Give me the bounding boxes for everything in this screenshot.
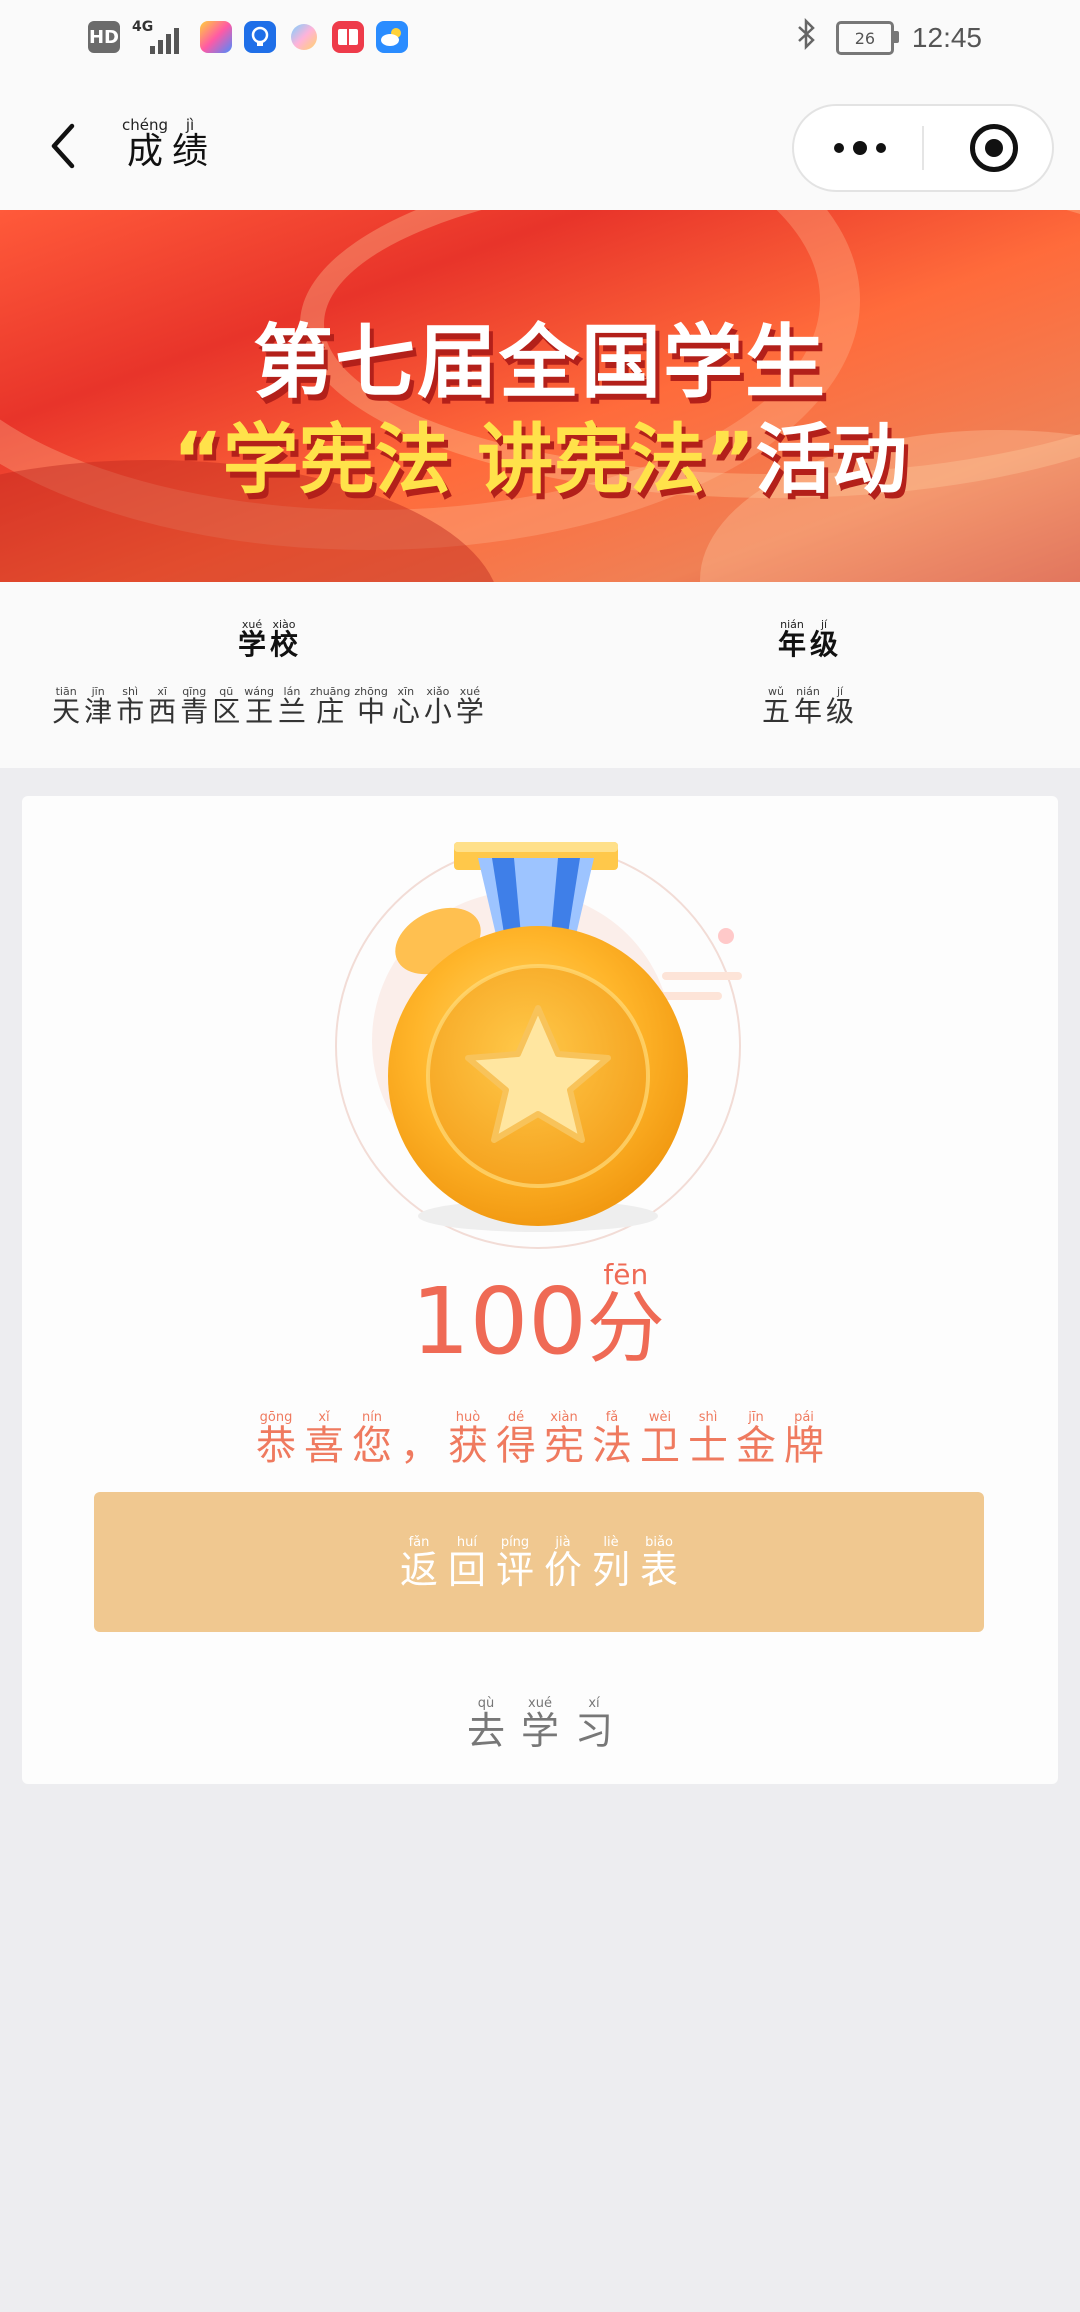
mini-program-capsule	[792, 104, 1054, 192]
school-value: tiān 天 jīn 津 shì 市 xī 西 qīng 青 qū 区 wáng 王 lán 兰 zhuāng 庄…	[52, 685, 488, 726]
app-icon-ball	[288, 21, 320, 53]
return-button-char: biǎo 表	[640, 1535, 679, 1592]
banner-quote-close: ”	[705, 415, 756, 504]
return-button-char: huí 回	[447, 1535, 486, 1592]
congrats-char: nín 您	[352, 1410, 392, 1469]
congrats-message: gōng 恭 xǐ 喜 nín 您 ， huò 获 dé 得 xiàn 宪 fǎ 法 wèi 卫 shì 士 jīn…	[22, 1410, 1058, 1466]
banner-title-line2: “学宪法 讲宪法”活动	[0, 398, 1080, 508]
school-value-char: xué 学	[455, 685, 484, 728]
app-icon-weather	[376, 21, 408, 53]
grade-value-char: wǔ 五	[761, 685, 790, 728]
chevron-left-icon	[51, 123, 75, 169]
result-card: 100 fēn 分 gōng 恭 xǐ 喜 nín 您 ， huò 获 dé 得 xiàn 宪 fǎ 法 w…	[22, 796, 1058, 1784]
school-label-char: xiào 校	[270, 618, 299, 661]
capsule-divider	[922, 126, 924, 170]
status-left: HD 4G	[88, 20, 408, 54]
school-label-char: xué 学	[237, 618, 266, 661]
study-link-char: xí 习	[575, 1696, 614, 1753]
school-label: xué 学 xiào 校	[238, 618, 302, 659]
grade-value: wǔ 五 nián 年 jí 级	[762, 685, 858, 726]
hd-badge: HD	[88, 21, 120, 53]
student-info: xué 学 xiào 校 tiān 天 jīn 津 shì 市 xī 西 qīng 青 qū 区 wáng 王 l…	[0, 582, 1080, 768]
school-value-char: xiǎo 小	[423, 685, 452, 728]
grade-value-char: jí 级	[826, 685, 855, 728]
school-value-char: qū 区	[212, 685, 241, 728]
status-right: 26 12:45	[796, 17, 982, 58]
banner-title-line1: 第七届全国学生	[253, 316, 827, 409]
congrats-char: huò 获	[448, 1410, 488, 1469]
school-value-char: shì 市	[116, 685, 145, 728]
go-study-link[interactable]: qù 去 xué 学 xí 习	[22, 1696, 1058, 1750]
app-icon-bulb	[244, 21, 276, 53]
title-char: chéng 成	[122, 116, 169, 172]
event-banner: 第七届全国学生 “学宪法 讲宪法”活动	[0, 210, 1080, 582]
battery-icon: 26	[835, 21, 899, 55]
congrats-char: ，	[400, 1423, 440, 1469]
grade-label: nián 年 jí 级	[778, 618, 842, 659]
school-value-char: xīn 心	[391, 685, 420, 728]
return-button-char: píng 评	[495, 1535, 534, 1592]
study-link-char: xué 学	[520, 1696, 559, 1753]
score-unit: fēn 分	[586, 1258, 665, 1374]
close-miniprogram-button[interactable]	[970, 124, 1018, 172]
gold-medal-icon	[335, 842, 742, 1249]
title-char: jì 绩	[172, 116, 209, 172]
congrats-char: wèi 卫	[640, 1410, 680, 1469]
congrats-char: gōng 恭	[256, 1410, 296, 1469]
school-value-char: jīn 津	[84, 685, 113, 728]
return-button-char: jià 价	[544, 1535, 583, 1592]
clock: 12:45	[911, 22, 982, 53]
more-button[interactable]	[830, 134, 890, 162]
return-button-char: fǎn 返	[399, 1535, 438, 1592]
banner-quote-open: “	[172, 415, 223, 504]
bluetooth-icon	[796, 17, 818, 58]
banner-highlight: 学宪法 讲宪法	[222, 415, 706, 504]
school-value-char: zhōng 中	[354, 685, 388, 728]
return-to-list-button[interactable]: fǎn 返 huí 回 píng 评 jià 价 liè 列 biǎo 表	[94, 1492, 984, 1632]
return-button-char: liè 列	[592, 1535, 631, 1592]
congrats-char: fǎ 法	[592, 1410, 632, 1469]
school-value-char: lán 兰	[277, 685, 306, 728]
score-number: 100	[411, 1268, 587, 1375]
congrats-char: jīn 金	[736, 1410, 776, 1469]
school-value-char: zhuāng 庄	[309, 685, 351, 728]
congrats-char: xiàn 宪	[544, 1410, 584, 1469]
grade-column: nián 年 jí 级 wǔ 五 nián 年 jí 级	[740, 618, 880, 726]
school-value-char: tiān 天	[52, 685, 81, 728]
congrats-char: shì 士	[688, 1410, 728, 1469]
nav-bar: chéng 成 jì 绩	[0, 84, 1080, 210]
congrats-char: dé 得	[496, 1410, 536, 1469]
status-bar: HD 4G 26 12:45	[0, 0, 1080, 84]
banner-tail: 活动	[755, 415, 908, 504]
school-value-char: wáng 王	[244, 685, 274, 728]
congrats-char: pái 牌	[784, 1410, 824, 1469]
score-display: 100 fēn 分	[22, 1258, 1058, 1375]
grade-label-char: nián 年	[777, 618, 806, 661]
app-icon-brush	[200, 21, 232, 53]
school-value-char: xī 西	[148, 685, 177, 728]
study-link-char: qù 去	[466, 1696, 505, 1753]
app-icon-book	[332, 21, 364, 53]
grade-value-char: nián 年	[793, 685, 822, 728]
school-value-char: qīng 青	[180, 685, 209, 728]
page-title: chéng 成 jì 绩	[122, 116, 212, 170]
signal-icon: 4G	[132, 20, 188, 54]
grade-label-char: jí 级	[810, 618, 839, 661]
congrats-char: xǐ 喜	[304, 1410, 344, 1469]
back-button[interactable]	[36, 114, 96, 178]
school-column: xué 学 xiào 校 tiān 天 jīn 津 shì 市 xī 西 qīng 青 qū 区 wáng 王 l…	[52, 618, 484, 726]
